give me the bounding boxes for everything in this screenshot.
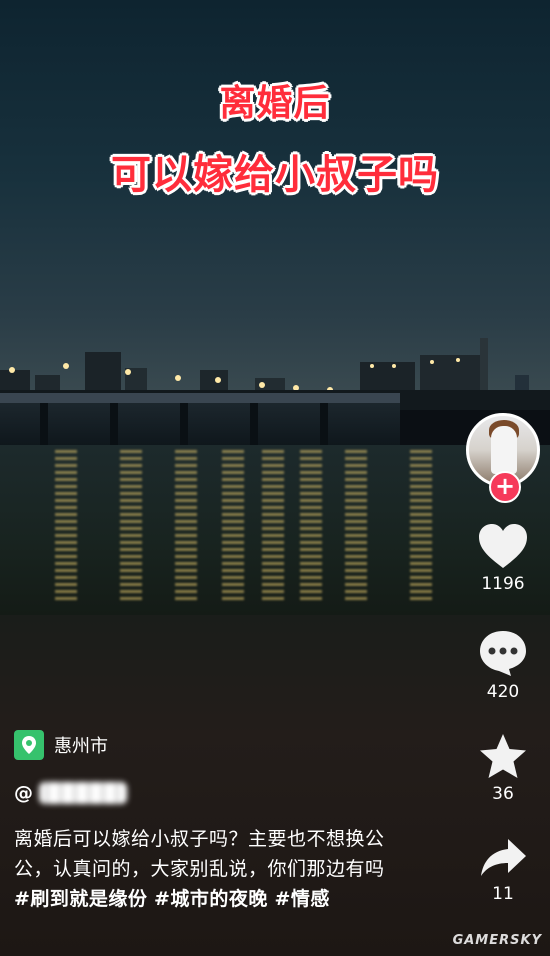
comment-icon [480,631,526,676]
comment-button[interactable]: 420 [470,628,536,702]
creator-username[interactable]: @ [14,782,127,804]
location-tag[interactable]: 惠州市 [14,730,108,760]
username-at: @ [14,782,33,804]
hashtag-link[interactable]: #城市的夜晚 [154,888,268,910]
favorite-button[interactable]: 36 [470,732,536,804]
location-name: 惠州市 [54,736,108,757]
heart-icon [479,524,527,568]
favorite-count: 36 [492,784,514,804]
hashtag-link[interactable]: #刷到就是缘份 [14,888,147,910]
location-pin-icon [14,730,44,760]
comment-count: 420 [486,682,520,702]
overlay-title-line2: 可以嫁给小叔子吗 [111,152,439,198]
share-count: 11 [492,884,514,904]
hashtag-link[interactable]: #情感 [274,888,329,910]
username-blurred [39,782,127,804]
post-caption: 离婚后可以嫁给小叔子吗？主要也不想换公公，认真问的，大家别乱说，你们那边有吗 #刷… [14,824,394,914]
follow-button[interactable]: + [489,471,521,503]
share-button[interactable]: 11 [470,836,536,904]
share-icon [481,839,526,876]
like-count: 1196 [481,574,525,594]
star-icon [480,734,526,778]
site-watermark: GAMERSKY [452,933,542,948]
caption-text: 离婚后可以嫁给小叔子吗？主要也不想换公公，认真问的，大家别乱说，你们那边有吗 [14,828,385,880]
overlay-title-line1: 离婚后 [219,83,331,124]
bridge [0,393,400,445]
like-button[interactable]: 1196 [470,522,536,594]
